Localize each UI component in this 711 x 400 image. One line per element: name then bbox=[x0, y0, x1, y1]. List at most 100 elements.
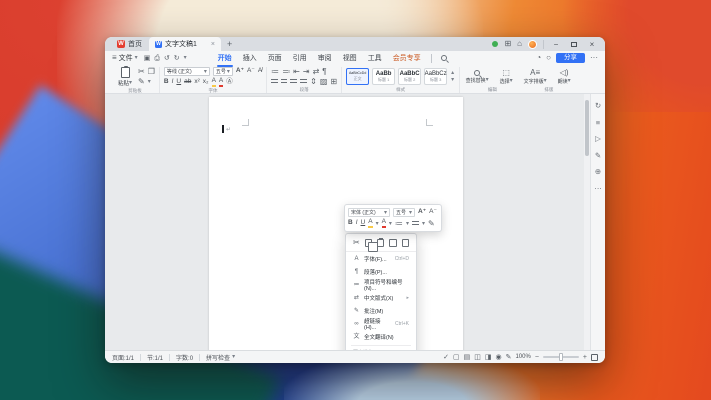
styles-group-label[interactable]: 样式 bbox=[346, 86, 455, 93]
web-view-icon[interactable]: ▤ bbox=[464, 354, 471, 361]
eye-protect-icon[interactable]: ◉ bbox=[495, 354, 501, 361]
search-icon[interactable] bbox=[441, 55, 447, 61]
navigate-icon[interactable]: ▷ bbox=[595, 135, 601, 143]
show-marks-icon[interactable]: ¶ bbox=[322, 68, 326, 76]
cut-icon[interactable]: ✂ bbox=[138, 68, 145, 76]
highlight-color-icon[interactable]: A bbox=[212, 78, 216, 87]
tab-page[interactable]: 页面 bbox=[267, 51, 283, 65]
superscript-icon[interactable]: x² bbox=[194, 79, 199, 86]
quickbar-caret-icon[interactable]: ▾ bbox=[184, 55, 187, 61]
maximize-button[interactable] bbox=[568, 40, 580, 49]
edit-group-label[interactable]: 编辑 bbox=[488, 86, 497, 93]
styles-down-icon[interactable]: ▾ bbox=[451, 77, 454, 83]
annotate-pen-icon[interactable]: ✎ bbox=[595, 152, 601, 160]
mini-format-painter-icon[interactable]: ✎ bbox=[428, 220, 435, 228]
menu-item-translate[interactable]: 文 全文翻译(N) bbox=[346, 330, 416, 343]
paste-button[interactable]: 粘贴▾ bbox=[115, 67, 135, 87]
align-right-icon[interactable] bbox=[290, 79, 297, 85]
numbering-icon[interactable]: ≕ bbox=[282, 68, 290, 76]
ctx-cut-icon[interactable]: ✂ bbox=[353, 239, 360, 247]
menu-item-paragraph[interactable]: ¶ 段落(P)... bbox=[346, 265, 416, 278]
mini-align-icon[interactable] bbox=[412, 221, 419, 227]
zoom-slider-thumb[interactable] bbox=[559, 353, 563, 361]
share-button[interactable]: 分享 bbox=[556, 53, 585, 64]
menu-item-cjk-layout[interactable]: ⇄ 中文版式(X) ▸ bbox=[346, 291, 416, 304]
minimize-button[interactable]: − bbox=[550, 40, 562, 49]
sidebar-more-icon[interactable]: ⋯ bbox=[594, 185, 602, 193]
paragraph-group-label[interactable]: 段落 bbox=[271, 86, 337, 93]
home-tab[interactable]: W 首页 bbox=[110, 37, 149, 51]
tab-tools[interactable]: 工具 bbox=[367, 51, 383, 65]
apps-grid-icon[interactable]: ⊞ bbox=[504, 40, 511, 48]
scrollbar-thumb[interactable] bbox=[585, 100, 589, 156]
mini-grow-font-icon[interactable]: A⁺ bbox=[418, 209, 426, 216]
italic-icon[interactable]: I bbox=[172, 79, 174, 86]
style-heading3[interactable]: AaBbCz 标题 3 bbox=[424, 68, 447, 85]
page-view-icon[interactable]: ▢ bbox=[453, 354, 460, 361]
justify-icon[interactable] bbox=[300, 79, 307, 85]
shading-icon[interactable]: ▨ bbox=[320, 78, 328, 86]
task-check-icon[interactable]: ✓ bbox=[443, 354, 449, 361]
save-icon[interactable]: ▣ bbox=[144, 55, 151, 62]
ctx-paste-icon[interactable] bbox=[377, 239, 384, 247]
notification-icon[interactable]: ◔ bbox=[536, 54, 541, 62]
tab-insert[interactable]: 插入 bbox=[242, 51, 258, 65]
more-options-icon[interactable]: ··· bbox=[590, 54, 598, 62]
styles-up-icon[interactable]: ▴ bbox=[451, 70, 454, 76]
tab-review[interactable]: 审阅 bbox=[317, 51, 333, 65]
font-color-icon[interactable]: A bbox=[219, 78, 223, 87]
reading-view-icon[interactable]: ◨ bbox=[485, 354, 492, 361]
user-avatar[interactable] bbox=[528, 40, 537, 49]
mini-italic-icon[interactable]: I bbox=[356, 220, 358, 227]
align-center-icon[interactable] bbox=[281, 79, 287, 85]
mini-bullets-icon[interactable]: ≔ bbox=[395, 220, 403, 228]
ctx-copy-icon[interactable] bbox=[365, 239, 372, 247]
menu-item-bullets-numbering[interactable]: ≔ 项目符号和编号(N)... bbox=[346, 278, 416, 291]
ink-icon[interactable]: ✎ bbox=[506, 354, 512, 361]
borders-icon[interactable]: ⊞ bbox=[330, 78, 337, 86]
format-painter-caret[interactable]: ▾ bbox=[148, 79, 151, 85]
undo-icon[interactable]: ↺ bbox=[164, 55, 170, 62]
align-left-icon[interactable] bbox=[271, 79, 278, 85]
select-button[interactable]: ⬚ 选择▾ bbox=[493, 69, 519, 85]
tab-vip[interactable]: 会员专享 bbox=[392, 51, 422, 65]
font-size-select[interactable]: 五号▾ bbox=[213, 67, 233, 76]
cloud-sync-icon[interactable]: ○ bbox=[546, 54, 551, 62]
settings-icon[interactable]: ⊕ bbox=[595, 168, 601, 176]
spell-check[interactable]: 拼写检查▾ bbox=[206, 353, 235, 362]
subscript-icon[interactable]: x₂ bbox=[203, 79, 209, 86]
clipboard-group-label[interactable]: 剪贴板 bbox=[115, 87, 155, 94]
decrease-indent-icon[interactable]: ⇤ bbox=[293, 68, 300, 76]
document-tab[interactable]: W 文字文稿1 × bbox=[149, 37, 221, 51]
section-indicator[interactable]: 节:1/1 bbox=[147, 353, 163, 362]
sync-status-icon[interactable] bbox=[492, 41, 498, 47]
tab-view[interactable]: 视图 bbox=[342, 51, 358, 65]
outline-icon[interactable]: ≡ bbox=[596, 119, 600, 127]
find-replace-button[interactable]: 查找替换▾ bbox=[464, 70, 490, 84]
character-border-icon[interactable]: Ⓐ bbox=[226, 79, 233, 86]
zoom-in-icon[interactable]: + bbox=[583, 354, 587, 361]
word-count[interactable]: 字数:0 bbox=[176, 353, 193, 362]
workspace-icon[interactable]: ⌂ bbox=[517, 40, 522, 48]
style-heading1[interactable]: AaBb 标题 1 bbox=[372, 68, 395, 85]
style-heading2[interactable]: AaBbC 标题 2 bbox=[398, 68, 421, 85]
shrink-font-icon[interactable]: A⁻ bbox=[247, 68, 255, 75]
vertical-scrollbar[interactable] bbox=[584, 94, 590, 350]
bold-icon[interactable]: B bbox=[164, 79, 169, 86]
menu-item-font[interactable]: A 字体(F)... Ctrl+D bbox=[346, 252, 416, 265]
copy-icon[interactable]: ❐ bbox=[148, 68, 155, 76]
zoom-slider[interactable] bbox=[543, 356, 579, 358]
mini-underline-icon[interactable]: U bbox=[361, 220, 366, 227]
file-menu-button[interactable]: ≡ 文件 ▾ bbox=[112, 53, 138, 63]
mini-font-color-icon[interactable]: A bbox=[382, 219, 386, 228]
outline-view-icon[interactable]: ◫ bbox=[474, 354, 481, 361]
close-button[interactable]: × bbox=[586, 40, 598, 49]
close-tab-icon[interactable]: × bbox=[211, 41, 215, 48]
layout-group-label[interactable]: 排版 bbox=[544, 86, 553, 93]
mini-highlight-icon[interactable]: A bbox=[368, 219, 372, 228]
new-tab-button[interactable]: + bbox=[221, 37, 238, 51]
zoom-out-icon[interactable]: − bbox=[535, 354, 539, 361]
ctx-paste-text-icon[interactable] bbox=[389, 239, 396, 247]
menu-item-comment[interactable]: ✎ 批注(M) bbox=[346, 304, 416, 317]
underline-icon[interactable]: U bbox=[176, 79, 181, 86]
